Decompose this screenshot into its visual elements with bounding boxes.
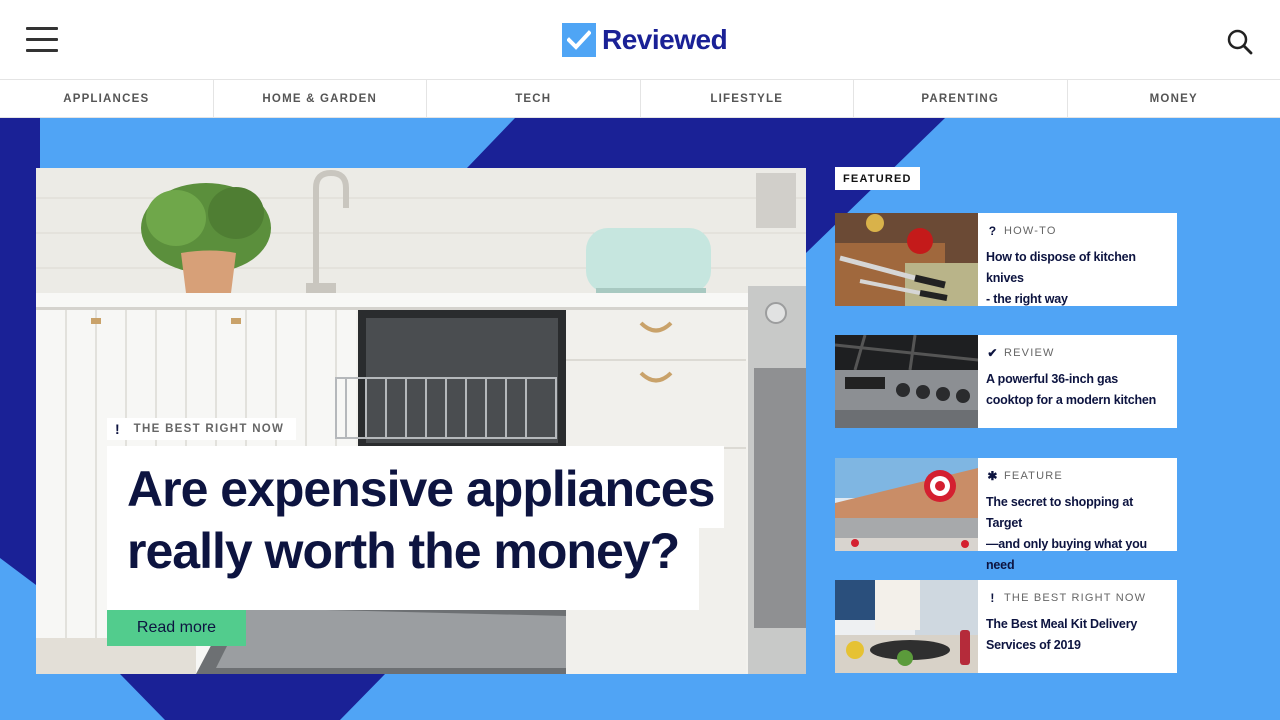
hamburger-menu-icon[interactable] (26, 27, 58, 55)
card-title: The Best Meal Kit Delivery Services of 20… (986, 617, 1138, 652)
nav-item-appliances[interactable]: APPLIANCES (0, 80, 214, 117)
category-nav: APPLIANCES HOME & GARDEN TECH LIFESTYLE … (0, 80, 1280, 118)
hero-headline-line1: Are expensive appliances (127, 461, 715, 517)
nav-item-home-garden[interactable]: HOME & GARDEN (214, 80, 427, 117)
nav-item-lifestyle[interactable]: LIFESTYLE (641, 80, 854, 117)
logo-wordmark: Reviewed (602, 24, 728, 55)
card-title: How to dispose of kitchen knives - the ri… (986, 250, 1136, 306)
hero-headline-line2: really worth the money? (127, 523, 680, 579)
card-thumb-meal-kit (835, 580, 978, 673)
hero-section: ! THE BEST RIGHT NOW Are expensive appli… (0, 118, 1280, 720)
nav-item-tech[interactable]: TECH (427, 80, 641, 117)
nav-item-parenting[interactable]: PARENTING (854, 80, 1068, 117)
featured-card-cooktop[interactable]: ✔ REVIEW A powerful 36-inch gas cooktop fo… (835, 335, 1177, 428)
site-header: Reviewed (0, 0, 1280, 80)
site-logo[interactable]: Reviewed (562, 22, 728, 58)
card-kind-label: FEATURE (1004, 470, 1063, 482)
nav-item-money[interactable]: MONEY (1068, 80, 1280, 117)
card-kind-label: HOW-TO (1004, 225, 1057, 237)
card-title: A powerful 36-inch gas cooktop for a mode… (986, 372, 1157, 407)
card-kind-label: REVIEW (1004, 347, 1055, 359)
search-icon[interactable] (1226, 28, 1254, 56)
read-more-button[interactable]: Read more (107, 610, 246, 646)
hero-headline[interactable]: Are expensive appliances really worth th… (127, 458, 717, 582)
card-kind-label: THE BEST RIGHT NOW (1004, 592, 1147, 604)
question-icon: ? (988, 224, 998, 238)
card-title: The secret to shopping at Target —and onl… (986, 495, 1147, 572)
featured-label: FEATURED (835, 167, 920, 190)
hero-tag-label: THE BEST RIGHT NOW (133, 423, 285, 435)
featured-card-knives[interactable]: ? HOW-TO How to dispose of kitchen knives… (835, 213, 1177, 306)
checkmark-logo-icon (562, 23, 596, 57)
checkmark-icon: ✔ (987, 346, 999, 360)
exclamation-icon: ! (990, 591, 996, 605)
card-thumb-cooktop (835, 335, 978, 428)
featured-card-meal-kit[interactable]: ! THE BEST RIGHT NOW The Best Meal Kit De… (835, 580, 1177, 673)
star-icon: ✱ (987, 469, 999, 483)
exclamation-icon: ! (115, 421, 120, 437)
hero-tag: ! THE BEST RIGHT NOW (107, 418, 297, 440)
featured-card-target[interactable]: ✱ FEATURE The secret to shopping at Targe… (835, 458, 1177, 572)
card-thumb-knives (835, 213, 978, 306)
card-thumb-target (835, 458, 978, 551)
